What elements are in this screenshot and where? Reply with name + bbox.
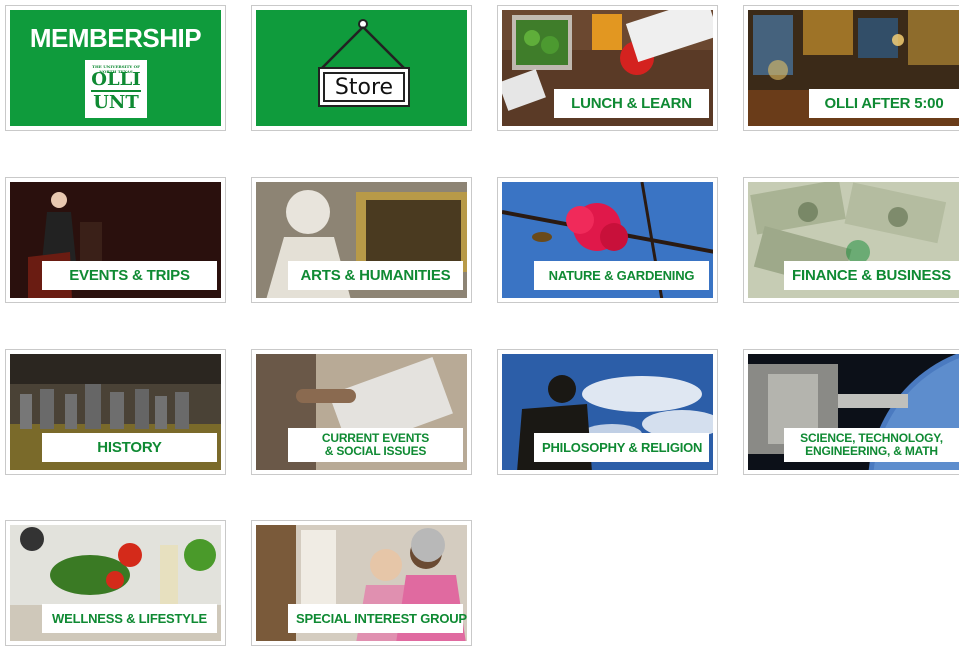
tile-membership[interactable]: MEMBERSHIP THE UNIVERSITY OF NORTH TEXAS… (5, 5, 226, 131)
logo-unt: UNT (93, 92, 139, 113)
store-background: Store (256, 10, 467, 126)
nature-photo: NATURE & GARDENING (502, 182, 713, 298)
tile-current-events[interactable]: CURRENT EVENTS & SOCIAL ISSUES (251, 349, 472, 475)
lunch-label: LUNCH & LEARN (554, 89, 709, 118)
tile-lunch-and-learn[interactable]: LUNCH & LEARN (497, 5, 718, 131)
history-label: HISTORY (42, 433, 217, 462)
membership-background: MEMBERSHIP THE UNIVERSITY OF NORTH TEXAS… (10, 10, 221, 126)
stem-label: SCIENCE, TECHNOLOGY, ENGINEERING, & MATH (784, 428, 959, 462)
events-label: EVENTS & TRIPS (42, 261, 217, 290)
history-photo: HISTORY (10, 354, 221, 470)
sig-label: SPECIAL INTEREST GROUPS (288, 604, 467, 633)
current-label-line2: & SOCIAL ISSUES (324, 444, 427, 458)
events-photo: EVENTS & TRIPS (10, 182, 221, 298)
wellness-photo: WELLNESS & LIFESTYLE (10, 525, 221, 641)
current-photo: CURRENT EVENTS & SOCIAL ISSUES (256, 354, 467, 470)
logo-olli: OLLI (91, 69, 141, 92)
store-label: Store (323, 72, 405, 102)
finance-label: FINANCE & BUSINESS (784, 261, 959, 290)
tile-wellness-and-lifestyle[interactable]: WELLNESS & LIFESTYLE (5, 520, 226, 646)
lunch-photo: LUNCH & LEARN (502, 10, 713, 126)
arts-label: ARTS & HUMANITIES (288, 261, 463, 290)
tile-arts-and-humanities[interactable]: ARTS & HUMANITIES (251, 177, 472, 303)
philosophy-photo: PHILOSOPHY & RELIGION (502, 354, 713, 470)
stem-label-line2: ENGINEERING, & MATH (805, 444, 938, 458)
tile-nature-and-gardening[interactable]: NATURE & GARDENING (497, 177, 718, 303)
olli-unt-logo: THE UNIVERSITY OF NORTH TEXAS OLLI UNT (85, 60, 147, 118)
tile-stem[interactable]: SCIENCE, TECHNOLOGY, ENGINEERING, & MATH (743, 349, 959, 475)
tile-olli-after-5[interactable]: OLLI AFTER 5:00 (743, 5, 959, 131)
finance-photo: FINANCE & BUSINESS (748, 182, 959, 298)
store-sign: Store (318, 67, 410, 107)
stem-photo: SCIENCE, TECHNOLOGY, ENGINEERING, & MATH (748, 354, 959, 470)
current-label: CURRENT EVENTS & SOCIAL ISSUES (288, 428, 463, 462)
philosophy-label: PHILOSOPHY & RELIGION (534, 433, 709, 462)
after5-label: OLLI AFTER 5:00 (809, 89, 959, 118)
arts-photo: ARTS & HUMANITIES (256, 182, 467, 298)
after5-photo: OLLI AFTER 5:00 (748, 10, 959, 126)
sig-photo: SPECIAL INTEREST GROUPS (256, 525, 467, 641)
tile-philosophy-and-religion[interactable]: PHILOSOPHY & RELIGION (497, 349, 718, 475)
tile-finance-and-business[interactable]: FINANCE & BUSINESS (743, 177, 959, 303)
tile-store[interactable]: Store (251, 5, 472, 131)
membership-title: MEMBERSHIP (29, 23, 202, 53)
nature-label: NATURE & GARDENING (534, 261, 709, 290)
wellness-label: WELLNESS & LIFESTYLE (42, 604, 217, 633)
tile-events-and-trips[interactable]: EVENTS & TRIPS (5, 177, 226, 303)
tile-special-interest-groups[interactable]: SPECIAL INTEREST GROUPS (251, 520, 472, 646)
tile-history[interactable]: HISTORY (5, 349, 226, 475)
